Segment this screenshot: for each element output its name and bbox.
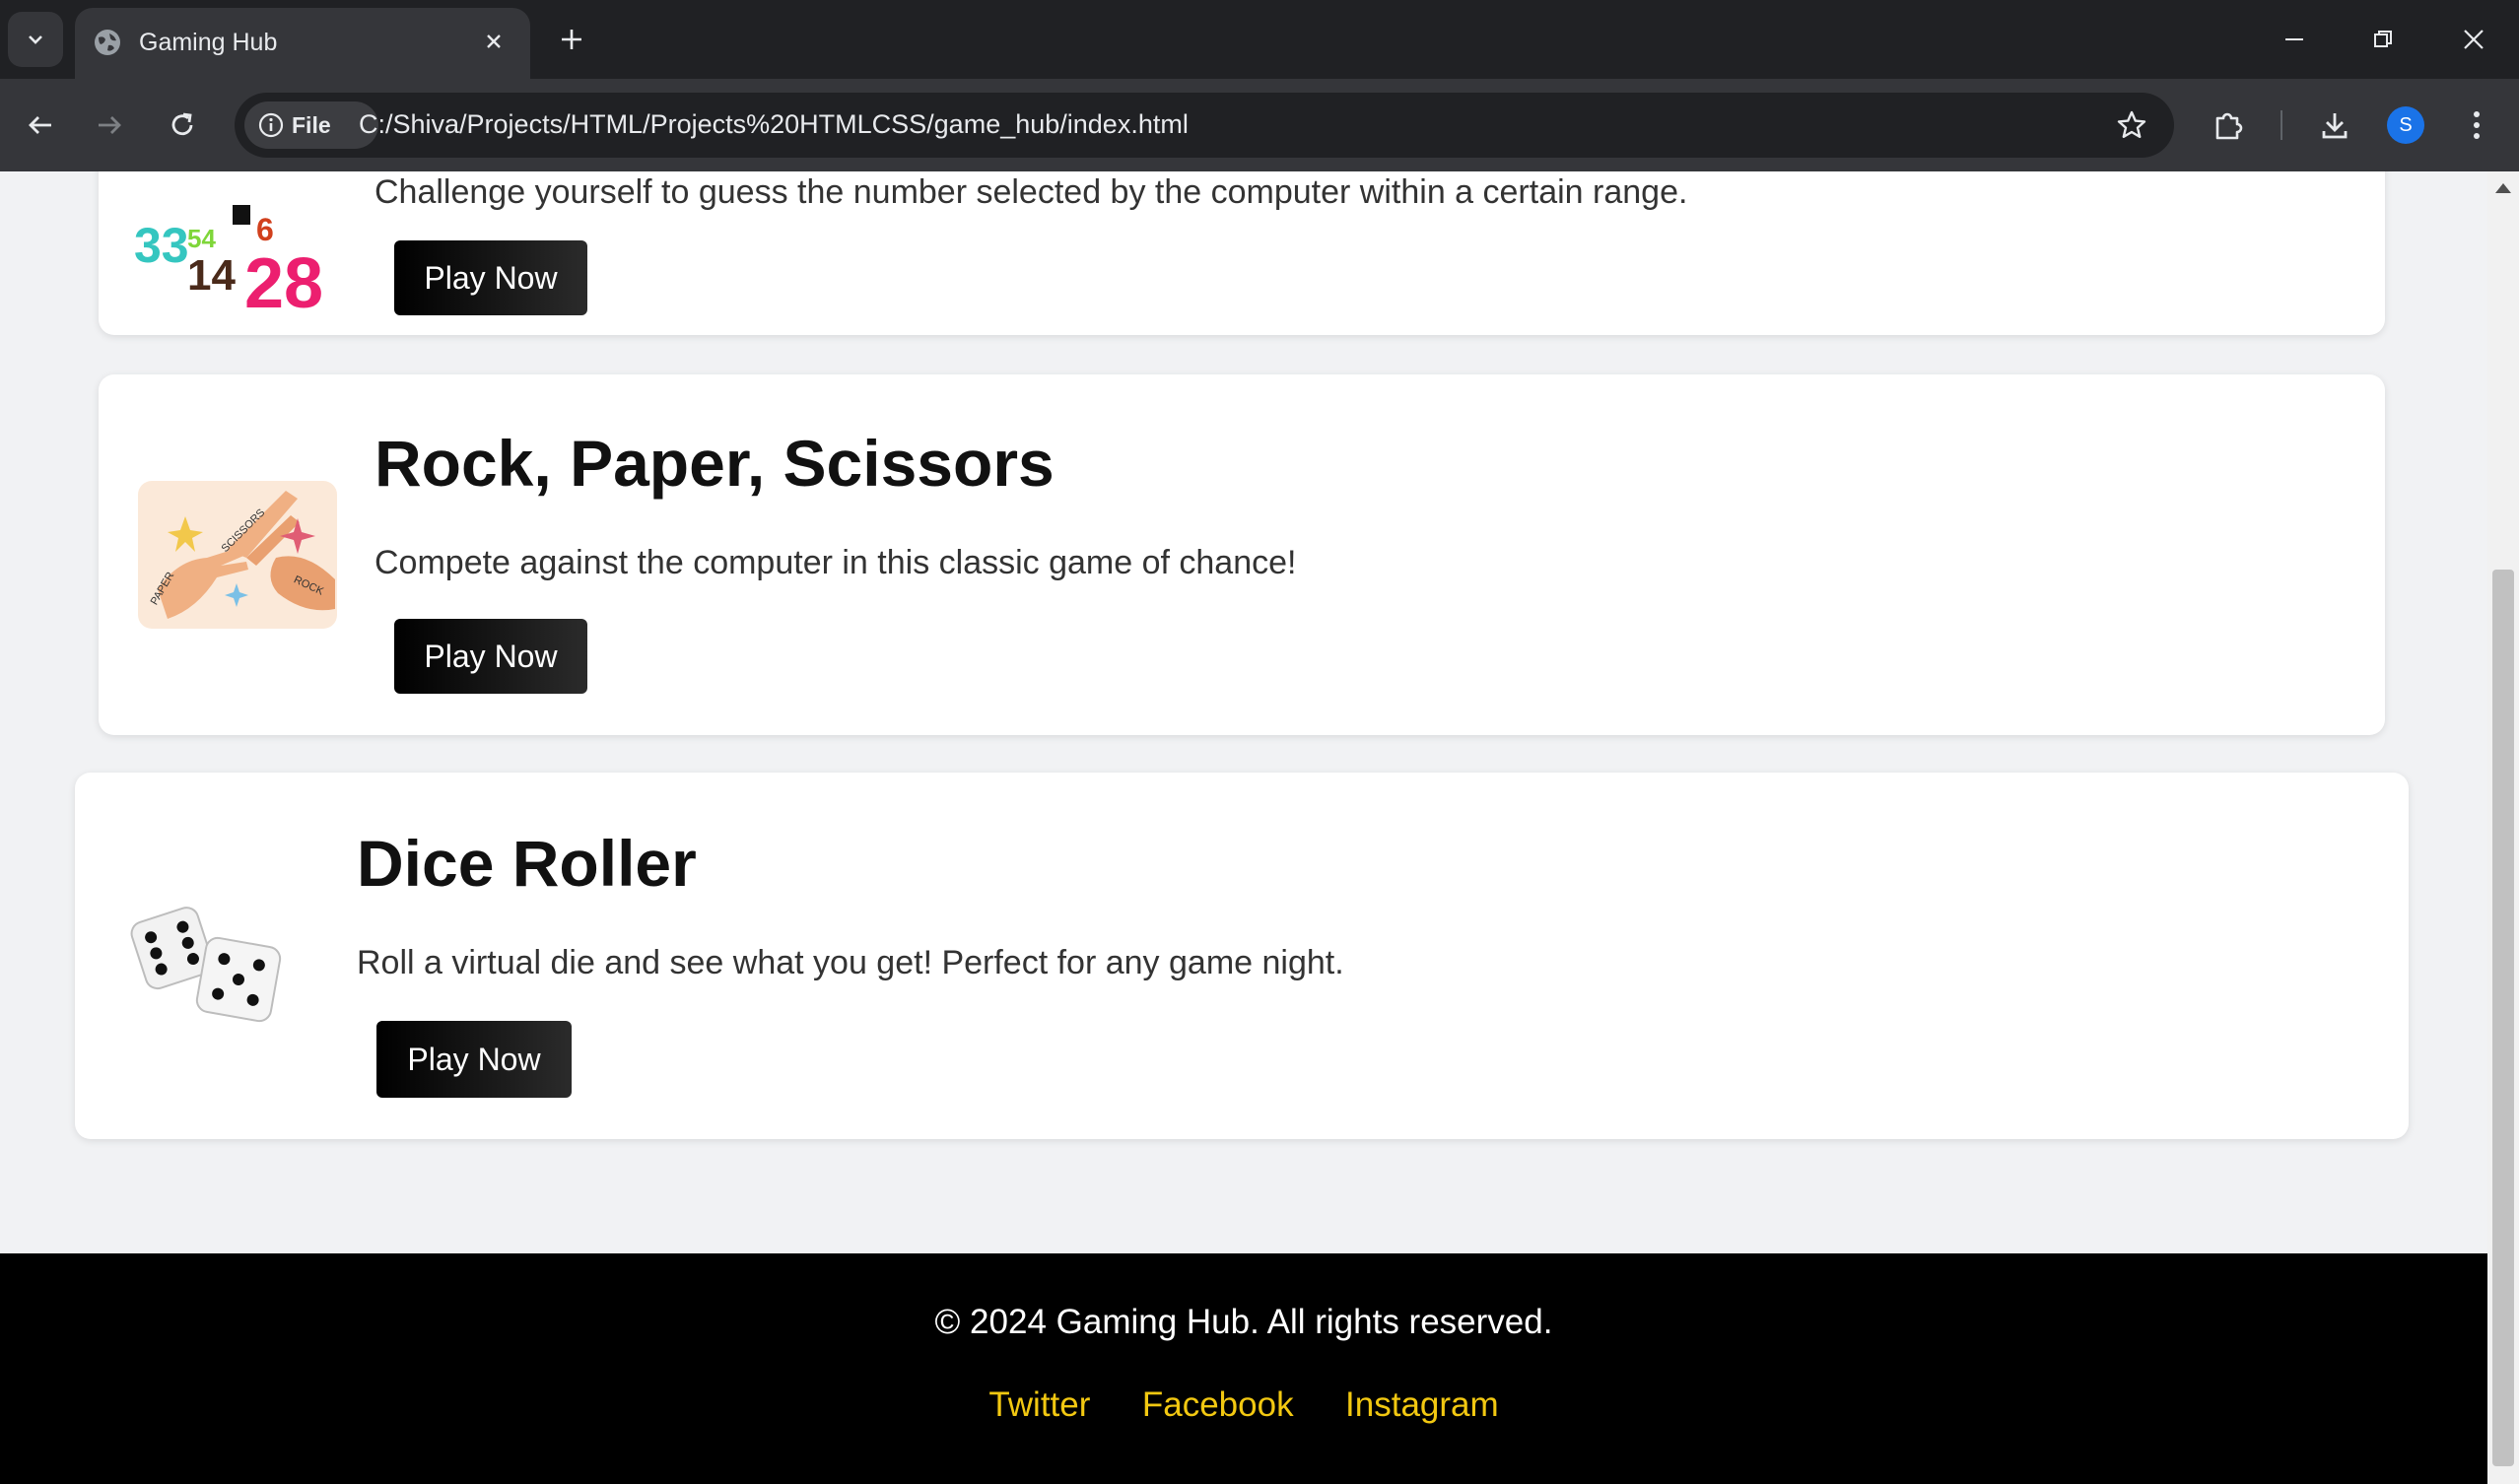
footer-link-instagram[interactable]: Instagram: [1345, 1385, 1499, 1424]
extensions-button[interactable]: [2204, 101, 2253, 150]
game-card-dice-roller: Dice Roller Roll a virtual die and see w…: [75, 773, 2409, 1139]
bookmark-button[interactable]: [2111, 104, 2152, 146]
image-number: 28: [244, 244, 323, 313]
downloads-button[interactable]: [2310, 101, 2359, 150]
chevron-down-icon: [29, 35, 42, 44]
restore-button[interactable]: [2353, 16, 2413, 63]
address-bar[interactable]: File C:/Shiva/Projects/HTML/Projects%20H…: [235, 93, 2174, 158]
game-description: Roll a virtual die and see what you get!…: [357, 944, 1344, 981]
play-now-button[interactable]: Play Now: [394, 240, 587, 315]
tab-strip: Gaming Hub: [0, 0, 2519, 79]
info-icon: [258, 112, 284, 138]
back-button[interactable]: [16, 101, 65, 150]
close-window-button[interactable]: [2444, 16, 2503, 63]
game-card-number-guess: 33 54 6 14 28 Challenge yourself to gues…: [99, 171, 2385, 335]
play-now-button[interactable]: Play Now: [394, 619, 587, 694]
new-tab-button[interactable]: [552, 20, 591, 59]
game-description: Compete against the computer in this cla…: [374, 544, 1297, 581]
close-icon: [2464, 30, 2484, 49]
dice-image: [130, 907, 282, 1023]
close-icon: [487, 34, 501, 48]
plus-icon: [562, 30, 581, 49]
minimize-button[interactable]: [2265, 16, 2324, 63]
footer-copyright: © 2024 Gaming Hub. All rights reserved.: [934, 1303, 1553, 1341]
restore-icon: [2374, 31, 2392, 47]
reload-icon: [171, 112, 193, 136]
browser-menu-button[interactable]: [2452, 101, 2501, 150]
star-icon: [2117, 110, 2146, 138]
game-card-rock-paper-scissors: SCISSORS PAPER ROCK Rock, Paper, Scissor…: [99, 374, 2385, 735]
arrow-left-icon: [29, 116, 51, 134]
browser-tab[interactable]: Gaming Hub: [75, 8, 530, 79]
number-guess-image: 33 54 6 14 28: [134, 205, 323, 313]
download-icon: [2322, 113, 2348, 139]
reload-button[interactable]: [158, 101, 207, 150]
more-vertical-icon: [2474, 111, 2480, 139]
play-now-button[interactable]: Play Now: [376, 1021, 572, 1098]
footer-link-facebook[interactable]: Facebook: [1142, 1385, 1294, 1424]
image-number: 33: [134, 218, 189, 273]
image-number: 6: [256, 212, 274, 247]
file-chip-label: File: [292, 111, 331, 138]
game-title: Dice Roller: [357, 827, 697, 900]
tab-search-button[interactable]: [8, 12, 63, 67]
game-description: Challenge yourself to guess the number s…: [374, 173, 1688, 211]
profile-avatar[interactable]: S: [2387, 106, 2424, 144]
scroll-up-arrow-icon[interactable]: [2495, 183, 2511, 193]
url-text[interactable]: C:/Shiva/Projects/HTML/Projects%20HTMLCS…: [359, 109, 1189, 140]
puzzle-icon: [2215, 112, 2243, 140]
browser-toolbar: File C:/Shiva/Projects/HTML/Projects%20H…: [0, 79, 2519, 171]
toolbar-separator: [2281, 110, 2282, 140]
game-title: Rock, Paper, Scissors: [374, 427, 1055, 500]
footer-social-links: Twitter Facebook Instagram: [0, 1385, 2487, 1425]
scrollbar-thumb[interactable]: [2492, 570, 2514, 1466]
page-scrollbar[interactable]: [2487, 171, 2519, 1484]
image-square: [233, 205, 250, 225]
forward-button[interactable]: [85, 101, 134, 150]
globe-icon: [95, 30, 120, 55]
minimize-icon: [2285, 38, 2303, 40]
site-footer: © 2024 Gaming Hub. All rights reserved. …: [0, 1253, 2487, 1484]
image-number: 14: [187, 251, 236, 300]
arrow-right-icon: [99, 116, 121, 134]
page-viewport: 33 54 6 14 28 Challenge yourself to gues…: [0, 171, 2487, 1484]
rock-paper-scissors-image: SCISSORS PAPER ROCK: [138, 481, 337, 629]
close-tab-button[interactable]: [477, 25, 511, 58]
tab-title: Gaming Hub: [139, 29, 278, 56]
footer-link-twitter[interactable]: Twitter: [988, 1385, 1090, 1424]
image-number: 54: [187, 224, 216, 253]
